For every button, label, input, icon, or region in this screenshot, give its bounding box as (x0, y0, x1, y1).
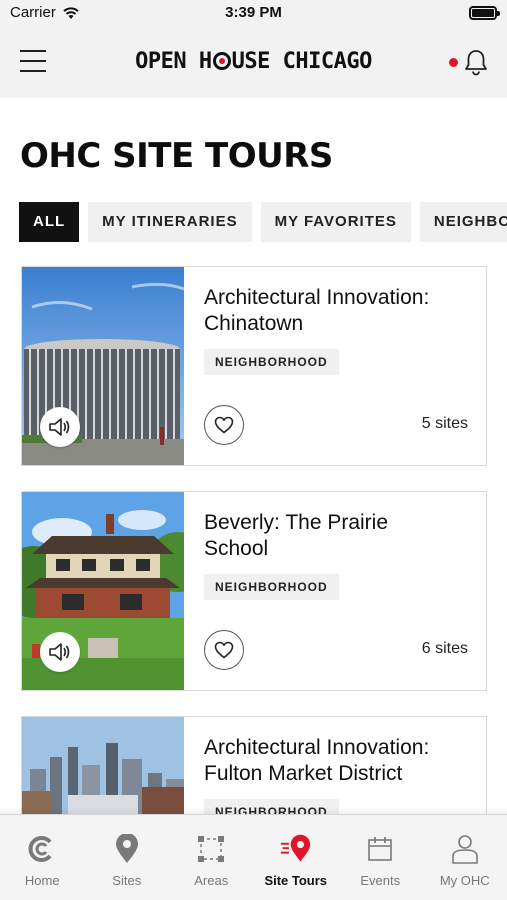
favorite-button[interactable] (204, 405, 244, 445)
nav-label: My OHC (439, 873, 490, 888)
notifications-button[interactable] (449, 48, 489, 76)
site-count: 6 sites (421, 640, 468, 657)
status-bar: Carrier 3:39 PM (0, 0, 507, 26)
logo-text-start: OPEN H (135, 49, 212, 74)
bell-icon (465, 50, 487, 76)
heart-icon (214, 641, 234, 659)
nav-my-ohc[interactable]: My OHC (423, 815, 507, 900)
home-c-icon (26, 833, 58, 865)
battery-icon (469, 6, 500, 20)
tour-title: Beverly: The Prairie School (204, 510, 474, 562)
audio-button[interactable] (40, 407, 80, 447)
nav-label: Events (360, 873, 401, 888)
tour-tag: NEIGHBORHOOD (204, 349, 339, 375)
nav-home[interactable]: Home (0, 815, 85, 900)
nav-label: Sites (112, 873, 142, 888)
nav-site-tours[interactable]: Site Tours (254, 815, 339, 900)
tour-tag: NEIGHBORHOOD (204, 574, 339, 600)
tour-title-line: School (204, 537, 269, 560)
user-icon (449, 833, 481, 865)
nav-label: Home (24, 873, 60, 888)
nav-label: Areas (194, 873, 229, 888)
filter-neighborhood[interactable]: NEIGHBORHOOD (419, 202, 507, 242)
page-title: OHC SITE TOURS (20, 136, 333, 176)
notification-dot (449, 58, 458, 67)
speaker-icon (49, 418, 70, 436)
tour-title-line: Architectural Innovation: (204, 286, 430, 309)
tour-title-line: Fulton Market District (204, 762, 403, 785)
filter-my-favorites[interactable]: MY FAVORITES (260, 202, 411, 242)
site-count: 5 sites (421, 415, 468, 432)
tour-card[interactable]: Architectural Innovation: Chinatown NEIG… (21, 266, 487, 466)
filter-chips: ALLMY ITINERARIESMY FAVORITESNEIGHBORHOO… (19, 202, 507, 242)
site-tours-icon (280, 833, 312, 865)
clock: 3:39 PM (225, 4, 282, 21)
speaker-icon (49, 643, 70, 661)
audio-button[interactable] (40, 632, 80, 672)
favorite-button[interactable] (204, 630, 244, 670)
tour-title: Architectural Innovation: Fulton Market … (204, 735, 474, 787)
filter-my-itineraries[interactable]: MY ITINERARIES (88, 202, 252, 242)
tour-card[interactable]: Beverly: The Prairie School NEIGHBORHOOD… (21, 491, 487, 691)
nav-events[interactable]: Events (338, 815, 423, 900)
area-select-icon (195, 833, 227, 865)
tour-title: Architectural Innovation: Chinatown (204, 285, 474, 337)
nav-label: Site Tours (264, 873, 328, 888)
open-house-chicago-logo[interactable]: OPEN H USE CHICAGO (0, 49, 507, 74)
bottom-nav: Home Sites Areas Site Tours Events My OH… (0, 807, 507, 900)
tour-title-line: Beverly: The Prairie (204, 511, 389, 534)
app-header: OPEN H USE CHICAGO (0, 26, 507, 98)
heart-icon (214, 416, 234, 434)
prairie-house-photo (22, 492, 184, 690)
logo-text-end: USE CHICAGO (231, 49, 373, 74)
library-building-photo (22, 267, 184, 465)
nav-sites[interactable]: Sites (85, 815, 170, 900)
nav-areas[interactable]: Areas (169, 815, 254, 900)
tour-title-line: Architectural Innovation: (204, 736, 430, 759)
tour-title-line: Chinatown (204, 312, 304, 335)
calendar-icon (364, 833, 396, 865)
filter-all[interactable]: ALL (19, 202, 80, 242)
logo-o-mark-icon (212, 52, 231, 70)
map-pin-icon (111, 833, 143, 865)
